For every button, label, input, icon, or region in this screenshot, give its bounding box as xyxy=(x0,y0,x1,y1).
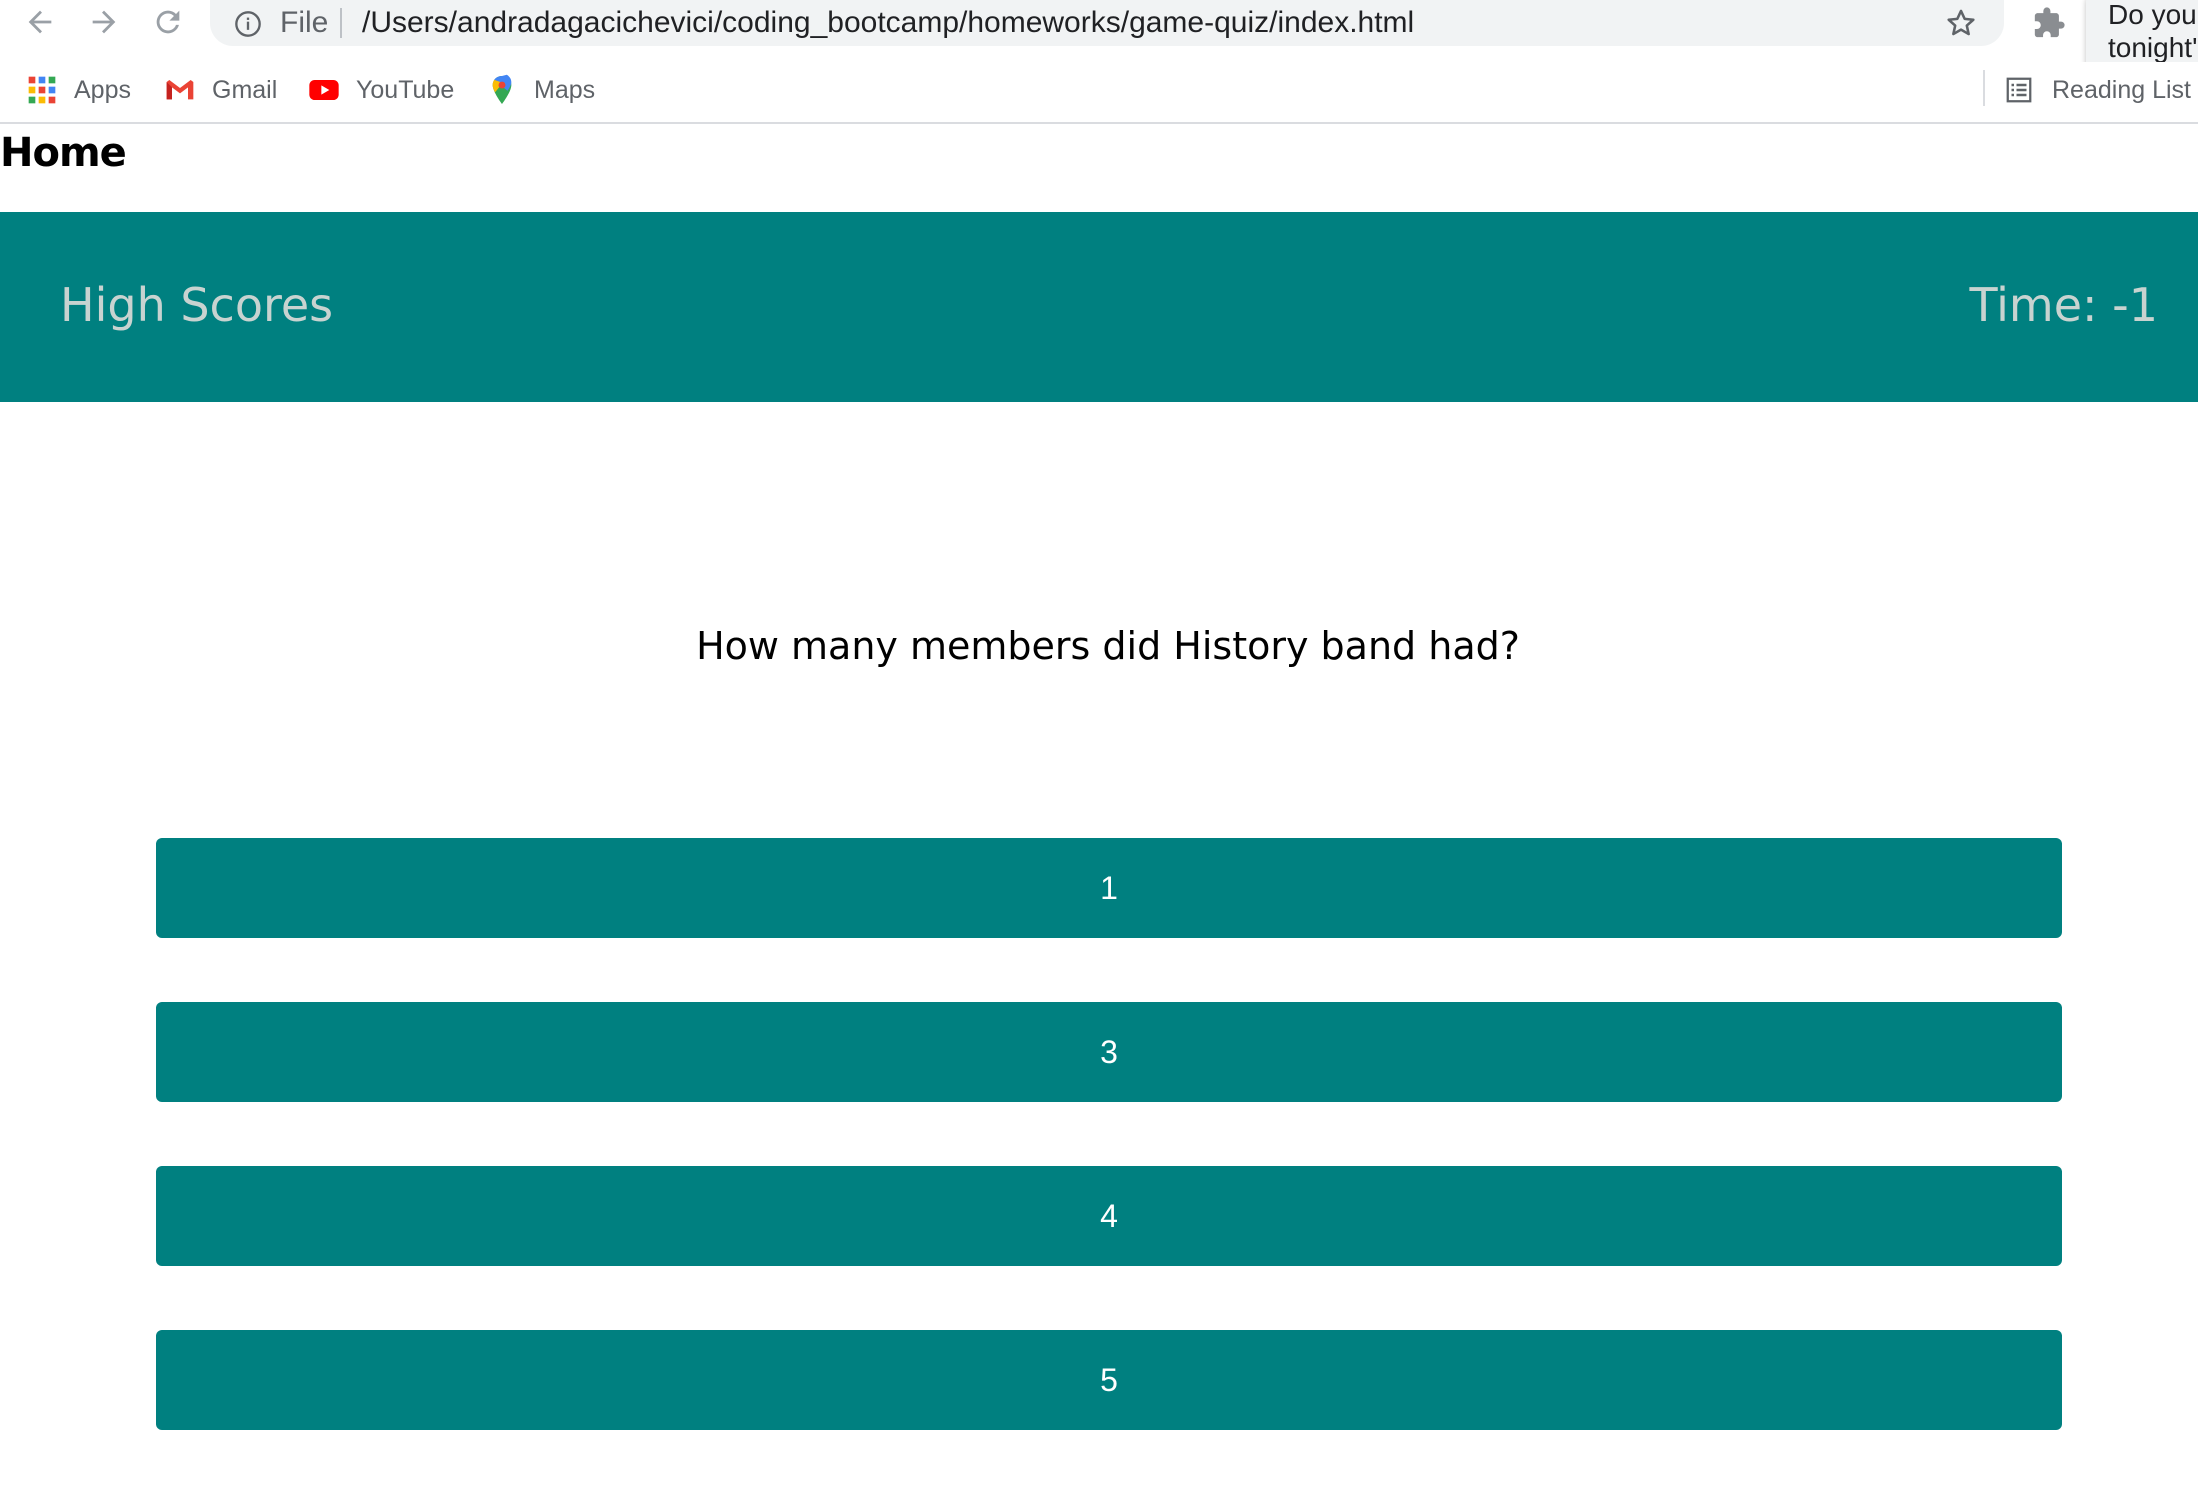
info-icon[interactable] xyxy=(234,10,262,38)
answer-button[interactable]: 5 xyxy=(156,1330,2062,1430)
arrow-left-icon xyxy=(28,10,52,34)
bookmark-star-icon[interactable] xyxy=(1944,6,1978,40)
reload-button[interactable] xyxy=(148,2,188,42)
forward-button[interactable] xyxy=(84,2,124,42)
answer-list: 1 3 4 5 xyxy=(156,838,2062,1494)
bookmark-gmail[interactable]: Gmail xyxy=(164,68,277,112)
puzzle-extension-icon[interactable] xyxy=(2032,6,2066,40)
timer-display: Time: -1 xyxy=(1969,278,2158,332)
bookmarks-bar: Apps Gmail YouTube Maps Reading List xyxy=(0,62,2198,124)
back-button[interactable] xyxy=(20,2,60,42)
url-text[interactable]: /Users/andradagacichevici/coding_bootcam… xyxy=(362,6,1414,40)
bookmark-label: Gmail xyxy=(212,75,278,104)
bookmark-label: Apps xyxy=(74,75,131,104)
high-scores-link[interactable]: High Scores xyxy=(60,278,333,332)
bookmark-youtube[interactable]: YouTube xyxy=(308,68,454,112)
omnibox-divider xyxy=(340,8,342,38)
url-scheme-label: File xyxy=(280,6,329,39)
bookmark-label: YouTube xyxy=(356,75,455,104)
gmail-icon xyxy=(166,80,194,100)
bookmark-label: Maps xyxy=(534,75,596,104)
reload-icon xyxy=(156,10,180,34)
bookmark-apps[interactable]: Apps xyxy=(26,68,131,112)
popup-line-1: Do you xyxy=(2108,0,2197,30)
arrow-right-icon xyxy=(92,10,116,34)
quiz-header-bar: High Scores Time: -1 xyxy=(0,212,2198,402)
browser-toolbar: File /Users/andradagacichevici/coding_bo… xyxy=(0,0,2198,78)
apps-grid-icon xyxy=(28,76,56,104)
bookmarks-divider xyxy=(1983,70,1985,106)
home-link[interactable]: Home xyxy=(0,130,127,176)
popup-line-2: tonight' xyxy=(2108,32,2198,63)
question-text: How many members did History band had? xyxy=(696,624,1520,668)
youtube-icon xyxy=(309,80,339,100)
answer-button[interactable]: 1 xyxy=(156,838,2062,938)
answer-button[interactable]: 4 xyxy=(156,1166,2062,1266)
reading-list-icon xyxy=(2006,77,2032,103)
maps-pin-icon xyxy=(492,74,512,104)
address-bar[interactable]: File /Users/andradagacichevici/coding_bo… xyxy=(210,0,2004,46)
reading-list-button[interactable]: Reading List xyxy=(2004,68,2191,112)
bookmark-maps[interactable]: Maps xyxy=(486,68,595,112)
answer-button[interactable]: 3 xyxy=(156,1002,2062,1102)
reading-list-label: Reading List xyxy=(2052,75,2191,104)
